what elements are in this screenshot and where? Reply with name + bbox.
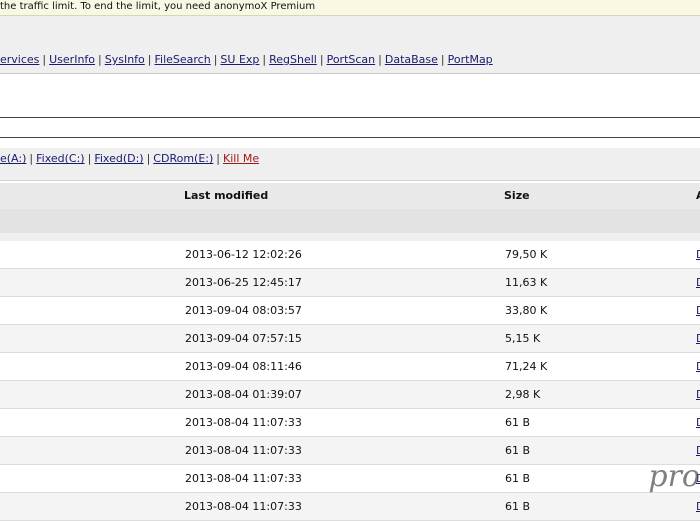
cell-size: 79,50 K	[505, 248, 548, 261]
cell-size: 33,80 K	[505, 304, 548, 317]
nav-separator: |	[213, 53, 218, 66]
drive-cdrom-e[interactable]: CDRom(E:)	[153, 152, 213, 165]
cell-action-link[interactable]: D	[696, 241, 700, 268]
cell-action-link[interactable]: D	[696, 269, 700, 296]
traffic-limit-notice: the traffic limit. To end the limit, you…	[0, 0, 700, 16]
cell-size: 5,15 K	[505, 332, 541, 345]
cell-last-modified: 2013-08-04 11:07:33	[185, 472, 302, 485]
kill-me-link[interactable]: Kill Me	[223, 152, 259, 165]
table-row[interactable]: 2013-08-04 11:07:33 61 B D	[0, 493, 700, 521]
cell-size: 71,24 K	[505, 360, 548, 373]
header-action: A	[696, 183, 700, 209]
cell-action-link[interactable]: D	[696, 409, 700, 436]
table-row[interactable]: 2013-06-12 12:02:26 79,50 K D	[0, 241, 700, 269]
table-row[interactable]: 2013-09-04 08:03:57 33,80 K D	[0, 297, 700, 325]
watermark-text: pro	[648, 459, 700, 494]
nav-separator: |	[147, 53, 152, 66]
cell-action-link[interactable]: D	[696, 297, 700, 324]
tool-nav-bar: ervices | UserInfo | SysInfo | FileSearch | SU E…	[0, 46, 700, 74]
table-row[interactable]: 2013-08-04 11:07:33 61 B D	[0, 409, 700, 437]
drive-separator: |	[87, 152, 92, 165]
header-size[interactable]: Size	[504, 183, 530, 209]
path-input-bar[interactable]	[0, 117, 700, 138]
cell-size: 11,63 K	[505, 276, 548, 289]
nav-services[interactable]: ervices	[0, 53, 39, 66]
drive-fixed-d[interactable]: Fixed(D:)	[94, 152, 143, 165]
header-last-modified[interactable]: Last modified	[184, 183, 268, 209]
table-row[interactable]: 2013-09-04 08:11:46 71,24 K D	[0, 353, 700, 381]
nav-separator: |	[440, 53, 445, 66]
spacer	[0, 138, 700, 148]
drive-separator: |	[29, 152, 34, 165]
table-row[interactable]: 2013-09-04 07:57:15 5,15 K D	[0, 325, 700, 353]
nav-separator: |	[98, 53, 102, 66]
nav-separator: |	[262, 53, 267, 66]
cell-last-modified: 2013-08-04 01:39:07	[185, 388, 302, 401]
nav-portmap[interactable]: PortMap	[448, 53, 493, 66]
cell-last-modified: 2013-08-04 11:07:33	[185, 500, 302, 513]
header-spacer	[0, 16, 700, 46]
table-row[interactable]: 2013-08-04 11:07:33 61 B D	[0, 465, 700, 493]
drive-links-bar: e(A:) | Fixed(C:) | Fixed(D:) | CDRom(E:) | Kill…	[0, 148, 700, 181]
file-table-body: 2013-06-12 12:02:26 79,50 K D 2013-06-25…	[0, 241, 700, 521]
cell-last-modified: 2013-09-04 07:57:15	[185, 332, 302, 345]
nav-separator: |	[42, 53, 47, 66]
table-spacer-row	[0, 233, 700, 241]
cell-action-link[interactable]: D	[696, 353, 700, 380]
drive-removable-a[interactable]: e(A:)	[0, 152, 26, 165]
file-table-header: Last modified Size A	[0, 183, 700, 210]
content-blank-area	[0, 74, 700, 116]
cell-size: 61 B	[505, 472, 531, 485]
cell-action-link[interactable]: D	[696, 381, 700, 408]
drive-separator: |	[216, 152, 220, 165]
nav-database[interactable]: DataBase	[385, 53, 438, 66]
nav-sysinfo[interactable]: SysInfo	[105, 53, 145, 66]
drive-fixed-c[interactable]: Fixed(C:)	[36, 152, 84, 165]
nav-portscan[interactable]: PortScan	[327, 53, 376, 66]
cell-last-modified: 2013-08-04 11:07:33	[185, 444, 302, 457]
cell-size: 61 B	[505, 444, 531, 457]
table-row[interactable]: 2013-08-04 11:07:33 61 B D	[0, 437, 700, 465]
cell-size: 61 B	[505, 500, 531, 513]
nav-filesearch[interactable]: FileSearch	[155, 53, 211, 66]
cell-last-modified: 2013-09-04 08:11:46	[185, 360, 302, 373]
parent-directory-row[interactable]	[0, 209, 700, 233]
nav-su-exp[interactable]: SU Exp	[220, 53, 259, 66]
nav-separator: |	[378, 53, 382, 66]
drive-separator: |	[146, 152, 151, 165]
nav-regshell[interactable]: RegShell	[269, 53, 317, 66]
cell-action-link[interactable]: D	[696, 493, 700, 520]
nav-userinfo[interactable]: UserInfo	[49, 53, 95, 66]
cell-action-link[interactable]: D	[696, 325, 700, 352]
cell-last-modified: 2013-08-04 11:07:33	[185, 416, 302, 429]
cell-last-modified: 2013-06-12 12:02:26	[185, 248, 302, 261]
cell-last-modified: 2013-09-04 08:03:57	[185, 304, 302, 317]
cell-size: 2,98 K	[505, 388, 541, 401]
table-row[interactable]: 2013-08-04 01:39:07 2,98 K D	[0, 381, 700, 409]
notice-text: the traffic limit. To end the limit, you…	[0, 1, 316, 12]
cell-size: 61 B	[505, 416, 531, 429]
nav-separator: |	[319, 53, 324, 66]
table-row[interactable]: 2013-06-25 12:45:17 11,63 K D	[0, 269, 700, 297]
cell-last-modified: 2013-06-25 12:45:17	[185, 276, 302, 289]
